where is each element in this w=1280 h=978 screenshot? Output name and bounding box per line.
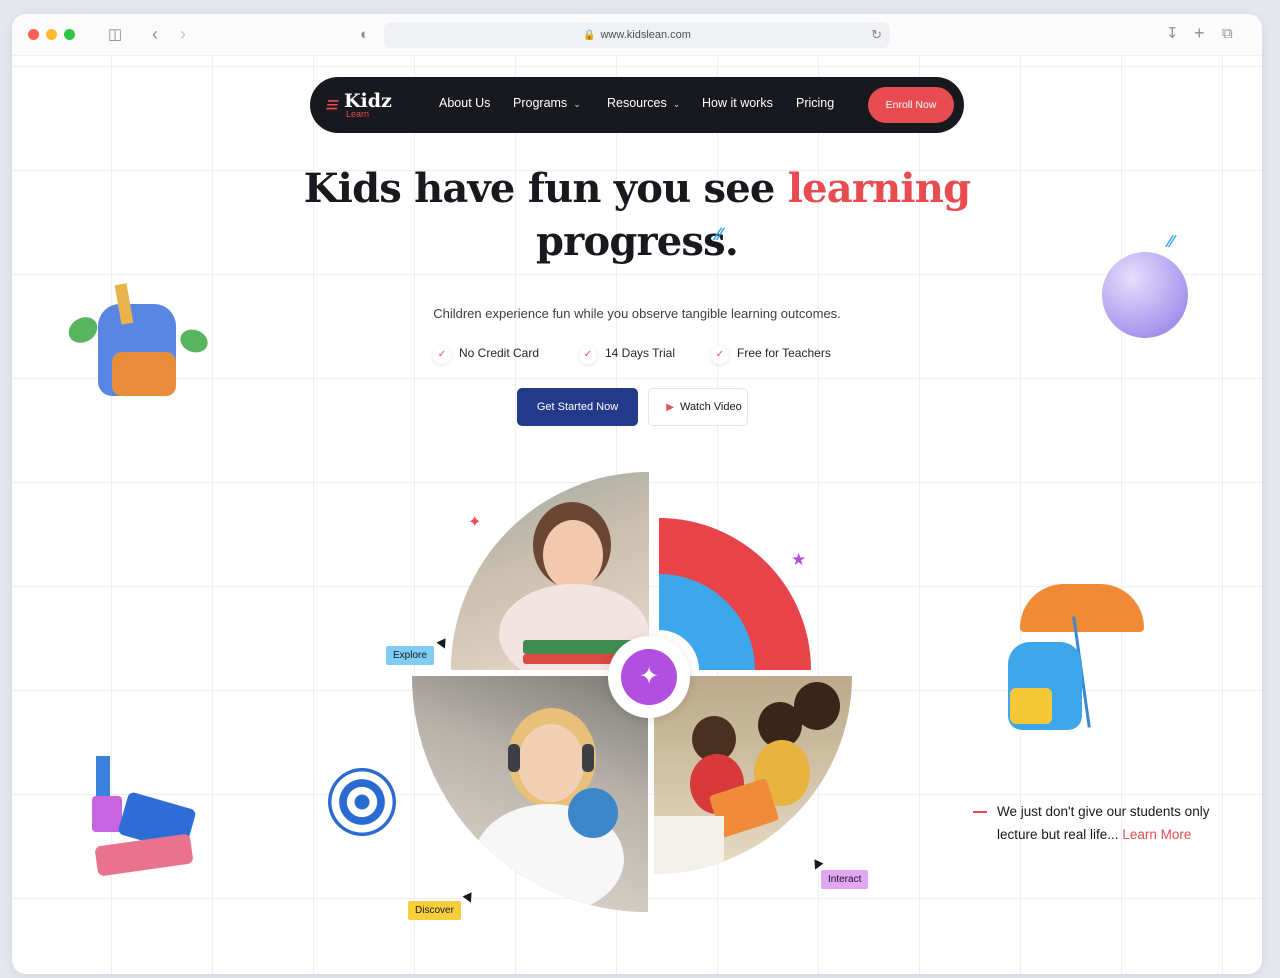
logo[interactable]: ≡ Kidz Learn <box>323 90 396 122</box>
sparkle-accent-icon: ∕∕ <box>1168 232 1174 251</box>
privacy-shield-icon[interactable]: ◐ <box>360 27 369 42</box>
minimize-window-button[interactable] <box>46 29 57 40</box>
tag-discover: Discover <box>408 901 461 920</box>
nav-item-resources-label: Resources <box>607 96 667 110</box>
browser-window: ◫ ‹ › ◐ 🔒 www.kidslean.com ↻ ↧ + ⧉ ≡ Kidz… <box>12 14 1262 974</box>
sidebar-toggle-icon[interactable]: ◫ <box>108 27 122 42</box>
nav-item-about[interactable]: About Us <box>439 96 490 110</box>
check-icon: ✓ <box>579 346 597 364</box>
headline-part2: progress. <box>536 218 739 265</box>
backpack-illustration-icon <box>64 278 211 398</box>
forward-icon[interactable]: › <box>180 25 186 43</box>
back-icon[interactable]: ‹ <box>152 25 158 43</box>
headline-accent: learning <box>787 165 971 212</box>
chevron-down-icon: ⌄ <box>672 99 681 109</box>
headline-part1: Kids have fun you see <box>303 165 788 212</box>
reload-icon[interactable]: ↻ <box>871 22 882 48</box>
tab-overview-icon[interactable]: ⧉ <box>1222 26 1233 41</box>
quote-dash <box>973 811 987 813</box>
learn-more-link[interactable]: Learn More <box>1122 827 1191 842</box>
center-badge: ✦ <box>608 636 690 718</box>
watch-video-button[interactable]: ▶ Watch Video <box>648 388 748 426</box>
photo-kids-reading <box>654 676 852 874</box>
nav-item-programs-label: Programs <box>513 96 568 110</box>
feature-free-teachers: ✓ Free for Teachers <box>711 346 831 364</box>
feature-trial: ✓ 14 Days Trial <box>579 346 675 364</box>
sparkle-icon: ✦ <box>468 514 482 531</box>
url-text: www.kidslean.com <box>600 29 691 41</box>
chevron-down-icon: ⌄ <box>573 99 581 109</box>
downloads-icon[interactable]: ↧ <box>1166 26 1179 41</box>
star-icon: ★ <box>791 550 807 569</box>
new-tab-icon[interactable]: + <box>1194 24 1205 42</box>
volleyball-illustration-icon <box>1102 252 1188 338</box>
close-window-button[interactable] <box>28 29 39 40</box>
photo-girl-reading <box>451 472 649 670</box>
red-blue-arc-graphic <box>659 518 811 670</box>
feature-label: Free for Teachers <box>737 346 831 360</box>
nav-item-resources[interactable]: Resources ⌄ <box>607 96 680 110</box>
get-started-button[interactable]: Get Started Now <box>517 388 638 426</box>
nav-item-programs[interactable]: Programs ⌄ <box>513 96 581 110</box>
tag-explore: Explore <box>386 646 434 665</box>
landing-page: ≡ Kidz Learn About Us Programs ⌄ Resource… <box>12 56 1262 974</box>
browser-toolbar: ◫ ‹ › ◐ 🔒 www.kidslean.com ↻ ↧ + ⧉ <box>12 14 1262 56</box>
check-icon: ✓ <box>711 346 729 364</box>
address-bar[interactable]: 🔒 www.kidslean.com ↻ <box>384 22 890 48</box>
umbrella-backpack-illustration-icon <box>1002 576 1152 730</box>
logo-mark-icon: ≡ <box>323 92 342 117</box>
cursor-icon <box>436 638 450 651</box>
play-icon: ▶ <box>666 402 674 413</box>
maximize-window-button[interactable] <box>64 29 75 40</box>
lock-icon: 🔒 <box>583 30 596 41</box>
main-nav: ≡ Kidz Learn About Us Programs ⌄ Resource… <box>310 77 964 133</box>
hero-headline: Kids have fun you see learning progress. <box>12 162 1262 268</box>
watch-video-label: Watch Video <box>679 401 742 413</box>
feature-label: 14 Days Trial <box>605 346 676 360</box>
target-illustration-icon <box>328 768 396 836</box>
nav-item-pricing[interactable]: Pricing <box>796 96 834 110</box>
sparkle-icon: ✦ <box>621 649 677 705</box>
enroll-now-button[interactable]: Enroll Now <box>868 87 954 123</box>
feature-label: No Credit Card <box>459 346 540 360</box>
nav-item-how-it-works[interactable]: How it works <box>702 96 773 110</box>
books-illustration-icon <box>88 756 208 886</box>
feature-no-credit-card: ✓ No Credit Card <box>433 346 539 364</box>
tag-interact: Interact <box>821 870 869 889</box>
check-icon: ✓ <box>433 346 451 364</box>
testimonial-quote: We just don't give our students only lec… <box>973 800 1227 846</box>
sparkle-accent-icon: ∕∕ <box>716 224 723 244</box>
photo-girl-globe <box>412 676 648 912</box>
logo-subtext: Learn <box>346 109 370 119</box>
